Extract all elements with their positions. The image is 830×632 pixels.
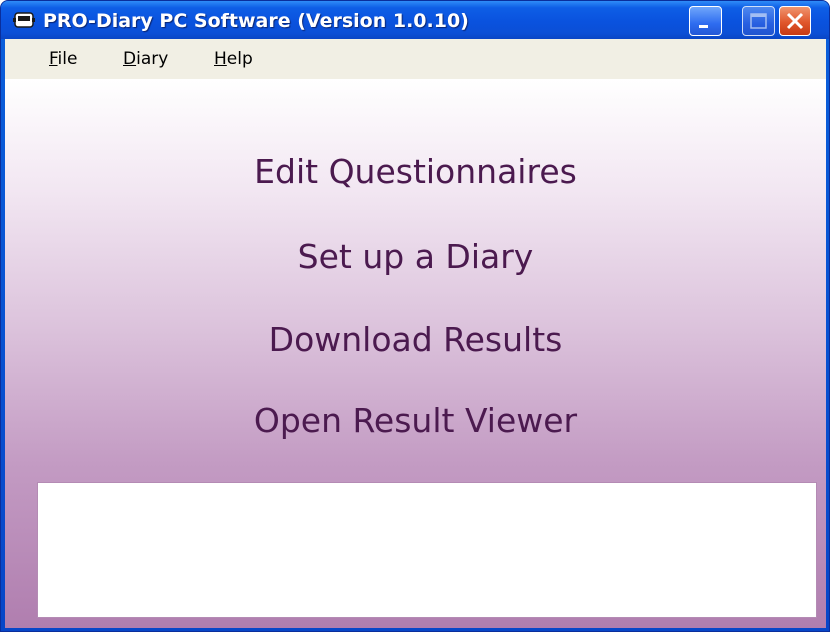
main-panel: Edit Questionnaires Set up a Diary Downl… bbox=[5, 79, 826, 628]
close-icon bbox=[786, 12, 804, 30]
menu-file-label: ile bbox=[57, 49, 78, 69]
minimize-button[interactable] bbox=[689, 6, 722, 36]
title-bar[interactable]: PRO-Diary PC Software (Version 1.0.10) bbox=[1, 1, 829, 39]
set-up-diary-link[interactable]: Set up a Diary bbox=[5, 237, 826, 276]
maximize-icon bbox=[750, 13, 767, 29]
open-result-viewer-link[interactable]: Open Result Viewer bbox=[5, 401, 826, 440]
menu-help[interactable]: Help bbox=[214, 39, 253, 79]
maximize-button[interactable] bbox=[742, 6, 775, 36]
status-panel bbox=[37, 482, 817, 618]
menu-bar: File Diary Help bbox=[5, 39, 826, 79]
menu-help-label: elp bbox=[226, 49, 253, 69]
pro-diary-device-icon bbox=[13, 12, 35, 28]
menu-file[interactable]: File bbox=[49, 39, 77, 79]
edit-questionnaires-link[interactable]: Edit Questionnaires bbox=[5, 152, 826, 191]
menu-file-accelerator: F bbox=[49, 49, 58, 69]
menu-diary-accelerator: D bbox=[123, 49, 137, 69]
app-window: PRO-Diary PC Software (Version 1.0.10) F… bbox=[0, 0, 830, 632]
close-button[interactable] bbox=[779, 6, 811, 36]
menu-diary[interactable]: Diary bbox=[123, 39, 168, 79]
download-results-link[interactable]: Download Results bbox=[5, 320, 826, 359]
minimize-icon bbox=[699, 25, 708, 28]
menu-help-accelerator: H bbox=[214, 49, 227, 69]
menu-diary-label: iary bbox=[136, 49, 169, 69]
window-title: PRO-Diary PC Software (Version 1.0.10) bbox=[43, 10, 469, 32]
